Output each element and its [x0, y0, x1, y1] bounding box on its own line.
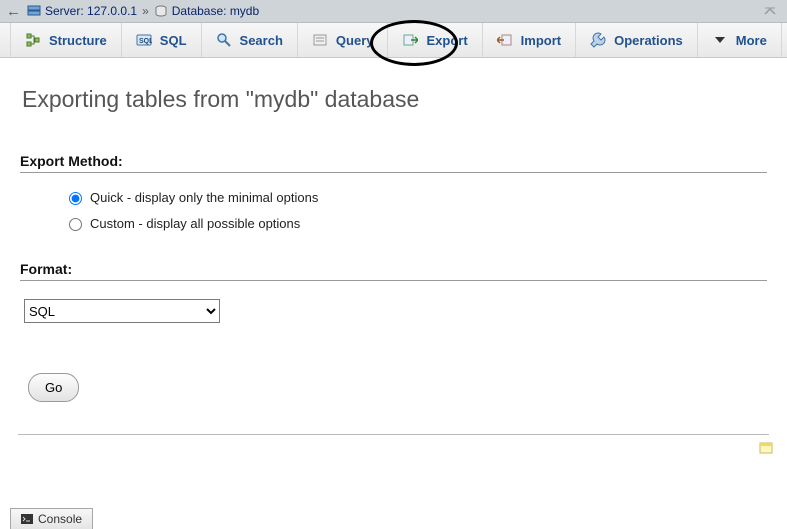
server-value[interactable]: 127.0.0.1 — [87, 4, 137, 18]
go-button[interactable]: Go — [28, 373, 79, 402]
tab-search-label: Search — [240, 33, 283, 48]
bookmark-icon[interactable] — [759, 442, 773, 454]
tab-operations-label: Operations — [614, 33, 683, 48]
database-label: Database: — [172, 4, 227, 18]
server-label: Server: — [45, 4, 84, 18]
tab-query[interactable]: Query — [298, 23, 389, 57]
tab-more[interactable]: More — [698, 23, 782, 57]
tab-structure-label: Structure — [49, 33, 107, 48]
console-tab[interactable]: Console — [10, 508, 93, 529]
page-title: Exporting tables from "mydb" database — [22, 86, 767, 113]
export-method-heading: Export Method: — [20, 153, 767, 173]
export-method-quick[interactable]: Quick - display only the minimal options — [64, 189, 767, 205]
format-select[interactable]: SQL — [24, 299, 220, 323]
server-icon — [27, 5, 41, 17]
radio-custom-label: Custom - display all possible options — [90, 216, 300, 231]
tab-sql-label: SQL — [160, 33, 187, 48]
tab-export-label: Export — [426, 33, 467, 48]
structure-icon — [25, 32, 41, 48]
export-icon — [402, 32, 418, 48]
database-value[interactable]: mydb — [230, 4, 259, 18]
main-content: Exporting tables from "mydb" database Ex… — [0, 58, 787, 410]
tab-search[interactable]: Search — [202, 23, 298, 57]
export-method-custom[interactable]: Custom - display all possible options — [64, 215, 767, 231]
breadcrumb-sep: » — [142, 4, 149, 18]
collapse-icon[interactable] — [763, 4, 783, 19]
breadcrumb-bar: ← Server: 127.0.0.1 » Database: mydb — [0, 0, 787, 23]
svg-text:SQL: SQL — [139, 38, 152, 45]
tab-operations[interactable]: Operations — [576, 23, 698, 57]
tab-more-label: More — [736, 33, 767, 48]
back-arrow-icon[interactable]: ← — [6, 4, 21, 19]
radio-custom[interactable] — [69, 218, 82, 231]
query-icon — [312, 32, 328, 48]
import-icon — [497, 32, 513, 48]
tab-structure[interactable]: Structure — [10, 23, 122, 57]
database-icon — [154, 5, 168, 17]
operations-icon — [590, 32, 606, 48]
console-icon — [21, 514, 33, 524]
search-icon — [216, 32, 232, 48]
radio-quick-label: Quick - display only the minimal options — [90, 190, 318, 205]
tab-sql[interactable]: SQL SQL — [122, 23, 202, 57]
tab-import[interactable]: Import — [483, 23, 576, 57]
tab-query-label: Query — [336, 33, 374, 48]
format-heading: Format: — [20, 261, 767, 281]
radio-quick[interactable] — [69, 192, 82, 205]
tab-export[interactable]: Export — [388, 23, 482, 57]
bottom-divider — [18, 434, 769, 435]
more-chevron-icon — [712, 32, 728, 48]
tab-import-label: Import — [521, 33, 561, 48]
sql-icon: SQL — [136, 32, 152, 48]
console-label: Console — [38, 512, 82, 526]
tab-strip: Structure SQL SQL Search Query Export Im… — [0, 23, 787, 58]
